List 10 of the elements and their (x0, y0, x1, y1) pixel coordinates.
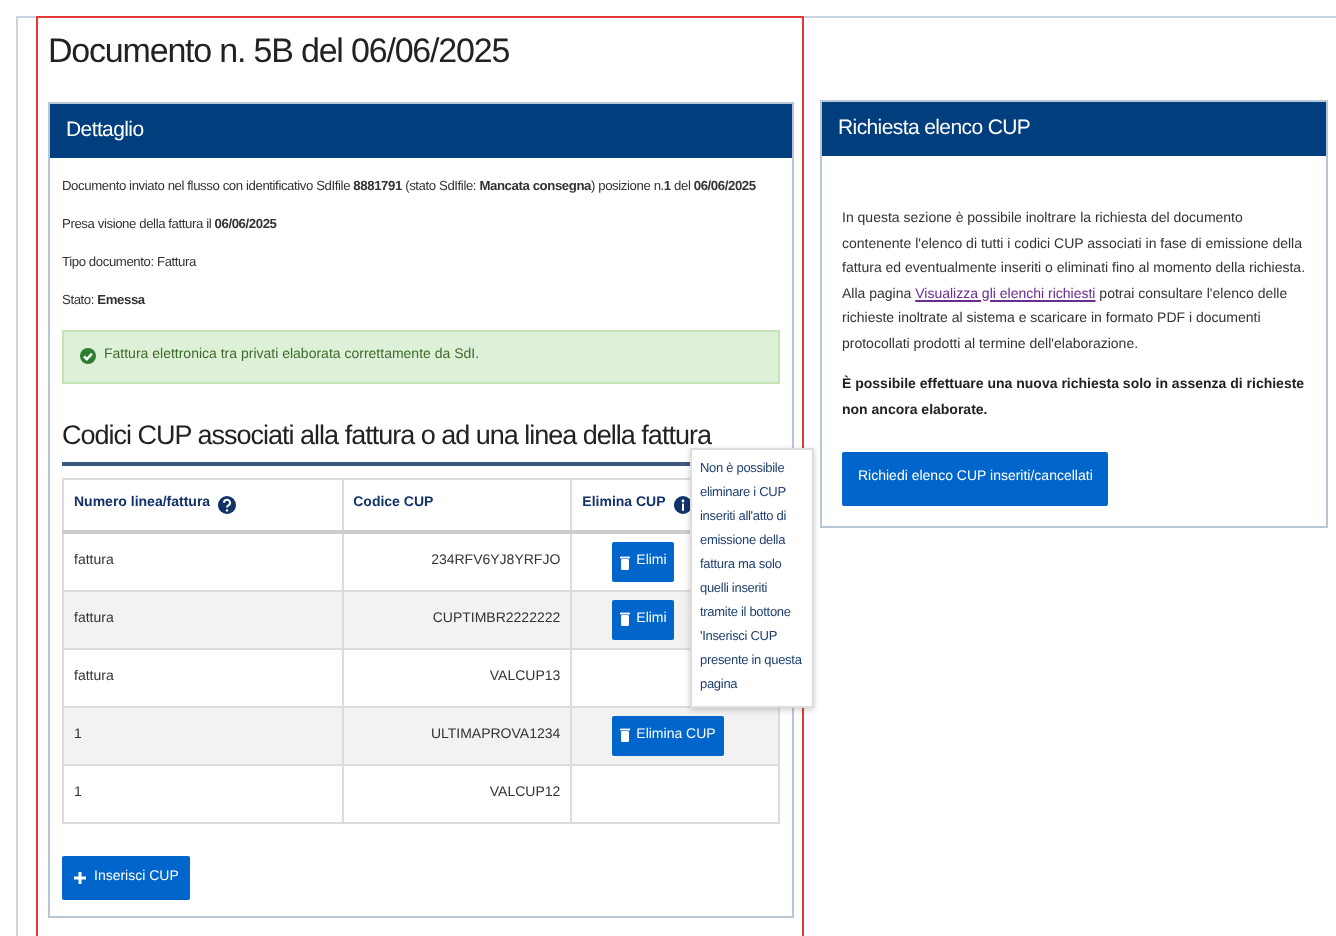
trash-icon (620, 612, 631, 627)
info-icon (673, 496, 692, 514)
trash-icon (620, 728, 631, 743)
page-title: Documento n. 5B del 06/06/2025 (48, 30, 512, 74)
card-header: Richiesta elenco CUP (822, 102, 1326, 156)
plus-icon (74, 872, 86, 884)
card-header: Dettaglio (50, 104, 792, 158)
check-circle-icon (80, 348, 96, 365)
help-icon (218, 496, 237, 514)
trash-icon (620, 555, 631, 569)
